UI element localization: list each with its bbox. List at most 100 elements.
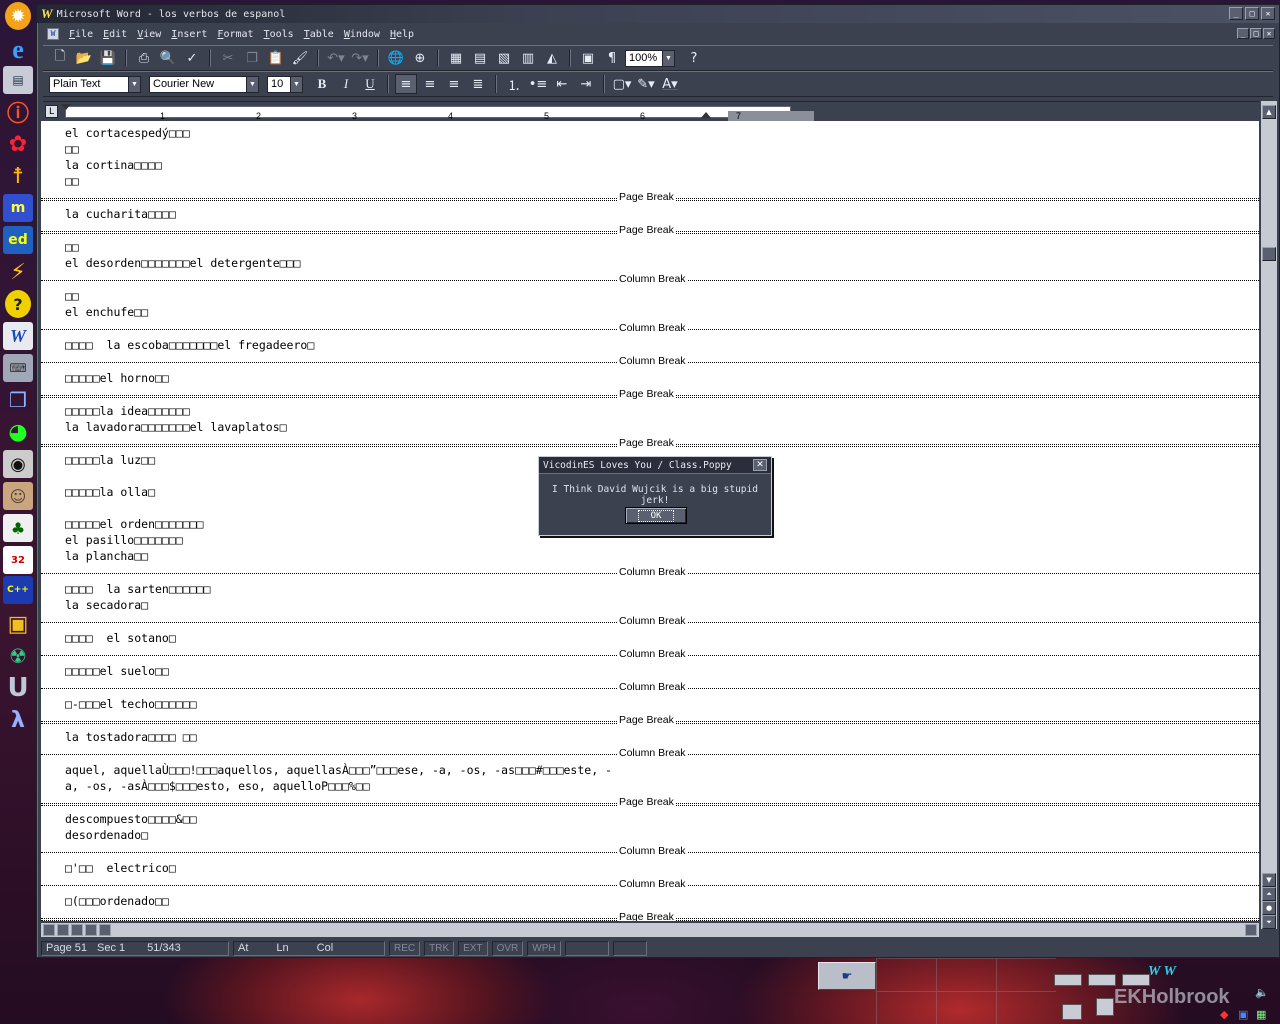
status-ovr[interactable]: OVR xyxy=(491,940,524,956)
undo-icon[interactable]: ↶▾ xyxy=(325,48,347,68)
taskbar-button[interactable]: ☛ xyxy=(818,962,876,990)
spelling-icon[interactable]: ✓ xyxy=(181,48,203,68)
copy-icon[interactable]: ❐ xyxy=(241,48,263,68)
status-ext[interactable]: EXT xyxy=(458,940,488,956)
show-hide-icon[interactable]: ¶ xyxy=(601,48,623,68)
menu-view[interactable]: View xyxy=(137,29,161,40)
scroll-thumb[interactable] xyxy=(1262,247,1276,261)
keyboard-icon[interactable]: ⌨ xyxy=(3,354,33,382)
drawing-icon[interactable]: ◭ xyxy=(541,48,563,68)
portrait-icon[interactable]: ☺ xyxy=(3,482,33,510)
document-stack-icon[interactable]: ▤ xyxy=(3,66,33,94)
server-icon[interactable] xyxy=(1096,998,1114,1016)
font-select[interactable]: Courier New ▼ xyxy=(149,75,259,93)
status-rec[interactable]: REC xyxy=(389,940,421,956)
doc-close-button[interactable]: ✕ xyxy=(1263,28,1275,39)
title-bar[interactable]: W Microsoft Word - los verbos de espanol… xyxy=(37,5,1279,23)
editor-icon[interactable]: ed xyxy=(3,226,33,254)
align-center-icon[interactable]: ≡ xyxy=(419,74,441,94)
chevron-down-icon[interactable]: ▼ xyxy=(246,76,258,92)
chevron-down-icon[interactable]: ▼ xyxy=(128,76,140,92)
internet-explorer-icon[interactable]: e xyxy=(3,35,33,64)
horizontal-ruler[interactable]: L 1 2 3 4 5 6 7 xyxy=(43,101,1259,123)
cut-icon[interactable]: ✂ xyxy=(217,48,239,68)
close-button[interactable]: ✕ xyxy=(1261,7,1275,20)
highlight-icon[interactable]: ✎▾ xyxy=(635,74,657,94)
save-icon[interactable]: 💾 xyxy=(97,48,119,68)
justify-icon[interactable]: ≣ xyxy=(467,74,489,94)
speaker-icon[interactable]: 🔈 xyxy=(1255,986,1269,999)
font-size-select[interactable]: 10 ▼ xyxy=(267,75,303,93)
increase-indent-icon[interactable]: ⇥ xyxy=(575,74,597,94)
monitor-icon[interactable]: ▣ xyxy=(1238,1008,1250,1021)
menu-window[interactable]: Window xyxy=(344,29,380,40)
horizontal-scrollbar[interactable] xyxy=(41,923,1259,937)
office-assistant-icon[interactable]: ? xyxy=(683,48,705,68)
bold-button[interactable]: B xyxy=(311,74,333,94)
document-icon[interactable]: W xyxy=(47,28,59,40)
dialog-title-bar[interactable]: VicodinES Loves You / Class.Poppy xyxy=(539,457,771,474)
status-trk[interactable]: TRK xyxy=(424,940,455,956)
grid-icon[interactable]: ▦ xyxy=(1256,1008,1268,1021)
drive-icon[interactable] xyxy=(1054,974,1082,986)
status-wph[interactable]: WPH xyxy=(527,940,561,956)
print-preview-icon[interactable]: 🔍 xyxy=(157,48,179,68)
chevron-down-icon[interactable]: ▼ xyxy=(662,50,674,66)
help-circle-icon[interactable]: ? xyxy=(5,290,31,318)
dialog-close-icon[interactable]: ✕ xyxy=(753,459,767,471)
paste-icon[interactable]: 📋 xyxy=(265,48,287,68)
menu-help[interactable]: Help xyxy=(390,29,414,40)
color-wheel-icon[interactable]: ◕ xyxy=(3,418,33,446)
scroll-up-button[interactable]: ▲ xyxy=(1262,105,1276,119)
italic-button[interactable]: I xyxy=(335,74,357,94)
drive-icon[interactable] xyxy=(1122,974,1150,986)
insert-hyperlink-icon[interactable]: 🌐 xyxy=(385,48,407,68)
menu-edit[interactable]: Edit xyxy=(103,29,127,40)
game-icon[interactable]: ♣ xyxy=(3,514,33,542)
scroll-left-button[interactable] xyxy=(99,924,111,936)
right-indent-marker[interactable] xyxy=(701,112,711,118)
installer-box-icon[interactable]: ▣ xyxy=(3,610,33,638)
doc-restore-button[interactable]: □ xyxy=(1250,28,1262,39)
decrease-indent-icon[interactable]: ⇤ xyxy=(551,74,573,94)
alien-icon[interactable]: ☢ xyxy=(3,642,33,670)
menu-insert[interactable]: Insert xyxy=(171,29,207,40)
calendar-icon[interactable]: 32 xyxy=(3,546,33,574)
numbering-icon[interactable]: ⒈ xyxy=(503,74,525,94)
info-icon[interactable]: ⓘ xyxy=(3,98,33,127)
drive-icon[interactable] xyxy=(1088,974,1116,986)
tab-selector[interactable]: L xyxy=(45,105,58,118)
zoom-select[interactable]: 100% ▼ xyxy=(625,49,675,67)
align-left-icon[interactable]: ≡ xyxy=(395,74,417,94)
bullets-icon[interactable]: •≡ xyxy=(527,74,549,94)
menu-format[interactable]: Format xyxy=(217,29,253,40)
web-layout-button[interactable] xyxy=(57,924,69,936)
scroll-right-button[interactable] xyxy=(1245,924,1257,936)
menu-file[interactable]: File xyxy=(69,29,93,40)
select-browse-object-button[interactable]: ● xyxy=(1262,901,1276,915)
flower-icon[interactable]: ✿ xyxy=(3,130,33,158)
lambda-icon[interactable]: λ xyxy=(3,706,33,734)
sun-icon[interactable]: ✹ xyxy=(5,2,31,30)
vertical-scrollbar[interactable]: ▲ ▼ ⏶ ● ⏷ xyxy=(1261,101,1277,929)
menu-tools[interactable]: Tools xyxy=(264,29,294,40)
border-icon[interactable]: ▢▾ xyxy=(611,74,633,94)
format-painter-icon[interactable]: 🖌 xyxy=(289,48,311,68)
lightning-icon[interactable]: ⚡ xyxy=(3,258,33,286)
chevron-down-icon[interactable]: ▼ xyxy=(290,76,302,92)
scroll-down-button[interactable]: ▼ xyxy=(1262,873,1276,887)
columns-icon[interactable]: ▥ xyxy=(517,48,539,68)
open-icon[interactable]: 📂 xyxy=(73,48,95,68)
print-layout-button[interactable] xyxy=(71,924,83,936)
tables-borders-icon[interactable]: ▦ xyxy=(445,48,467,68)
document-map-icon[interactable]: ▣ xyxy=(577,48,599,68)
print-icon[interactable]: ⎙ xyxy=(133,48,155,68)
minimize-button[interactable]: _ xyxy=(1229,7,1243,20)
u-logo-icon[interactable]: U xyxy=(3,673,33,703)
insert-table-icon[interactable]: ▤ xyxy=(469,48,491,68)
alert-icon[interactable]: ◆ xyxy=(1220,1008,1232,1021)
insert-excel-icon[interactable]: ▧ xyxy=(493,48,515,68)
runner-icon[interactable]: ☨ xyxy=(3,162,33,190)
menu-table[interactable]: Table xyxy=(304,29,334,40)
word-icon[interactable]: W xyxy=(3,322,33,350)
